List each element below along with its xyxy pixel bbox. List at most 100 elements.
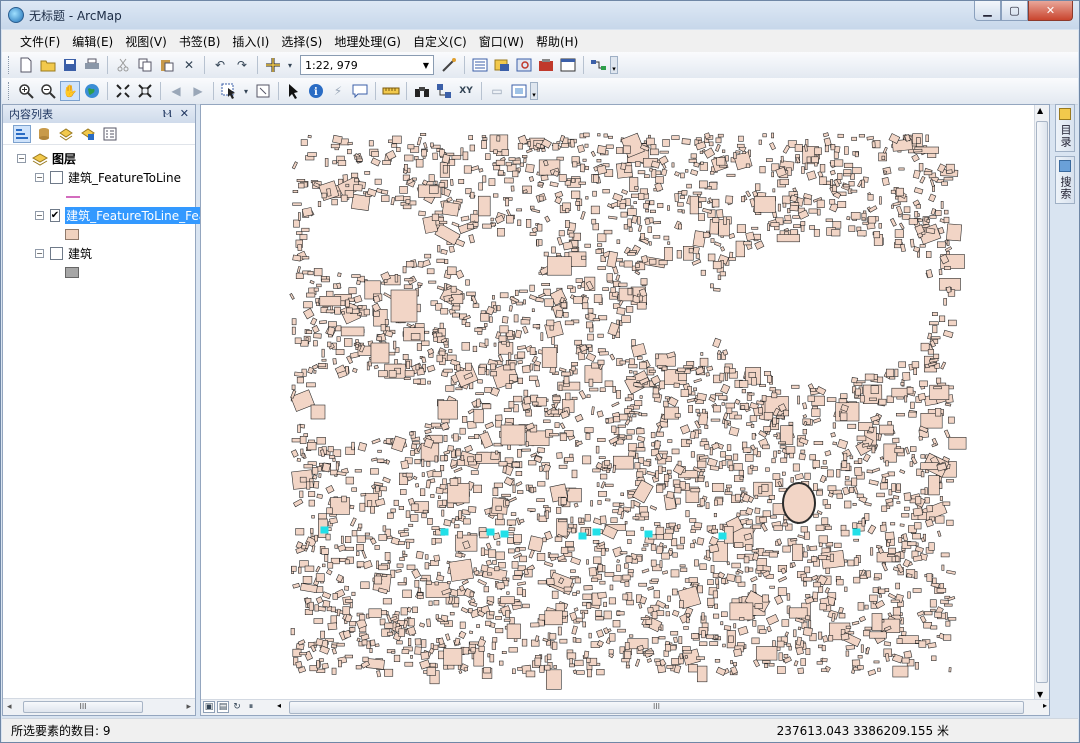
go-to-xy-icon[interactable]: XY	[456, 81, 476, 101]
map-canvas[interactable]	[201, 105, 1035, 700]
add-data-icon[interactable]	[263, 55, 283, 75]
selected-feature-highlight[interactable]	[320, 526, 329, 534]
toolbar-grip[interactable]	[8, 56, 11, 74]
layer-row-buildings[interactable]: − 建筑	[3, 244, 195, 263]
list-by-source-icon[interactable]	[35, 125, 53, 143]
measure-icon[interactable]	[381, 81, 401, 101]
copy-icon[interactable]	[135, 55, 155, 75]
create-viewer-window-icon[interactable]	[509, 81, 529, 101]
print-icon[interactable]	[82, 55, 102, 75]
delete-icon[interactable]: ✕	[179, 55, 199, 75]
search-tab[interactable]: 搜索	[1055, 156, 1075, 204]
toc-horizontal-scrollbar[interactable]: ◂ III ▸	[3, 698, 195, 715]
layer-row-featuretoline-fea[interactable]: − ✔ 建筑_FeatureToLine_Fea	[3, 206, 208, 225]
editor-toolbar-icon[interactable]	[439, 55, 459, 75]
building-footprints-map[interactable]	[201, 105, 1035, 700]
list-by-selection-icon[interactable]	[79, 125, 97, 143]
select-dropdown-icon[interactable]: ▾	[241, 81, 251, 101]
close-icon[interactable]: ✕	[180, 107, 189, 121]
selected-feature-highlight[interactable]	[500, 530, 509, 538]
menu-bookmarks[interactable]: 书签(B)	[173, 33, 227, 50]
maximize-button[interactable]: ▢	[1001, 1, 1028, 21]
open-folder-icon[interactable]	[38, 55, 58, 75]
zoom-in-icon[interactable]	[16, 81, 36, 101]
toolbar-grip[interactable]	[8, 82, 11, 100]
menu-geoprocessing[interactable]: 地理处理(G)	[328, 33, 407, 50]
toolbar-overflow-icon[interactable]: ▾	[530, 82, 538, 100]
menu-help[interactable]: 帮助(H)	[530, 33, 584, 50]
select-elements-arrow-icon[interactable]	[284, 81, 304, 101]
toc-scroll-thumb[interactable]: III	[23, 701, 143, 713]
fill-symbol-swatch[interactable]	[65, 267, 79, 278]
new-document-icon[interactable]	[16, 55, 36, 75]
layer-visibility-checkbox[interactable]	[50, 171, 63, 184]
fixed-zoom-out-icon[interactable]	[135, 81, 155, 101]
minimize-button[interactable]: ▁	[974, 1, 1001, 21]
data-view-icon[interactable]: ▣	[203, 701, 215, 713]
scroll-left-arrow-icon[interactable]: ◂	[7, 702, 12, 712]
map-vertical-scrollbar[interactable]: ▲ ▼	[1034, 105, 1049, 700]
menu-insert[interactable]: 插入(I)	[226, 33, 275, 50]
clear-selection-icon[interactable]	[253, 81, 273, 101]
menu-view[interactable]: 视图(V)	[119, 33, 173, 50]
python-window-icon[interactable]	[558, 55, 578, 75]
menu-edit[interactable]: 编辑(E)	[66, 33, 119, 50]
select-features-icon[interactable]	[219, 81, 239, 101]
selected-feature-highlight[interactable]	[718, 532, 727, 540]
cut-icon[interactable]	[113, 55, 133, 75]
collapse-icon[interactable]: −	[35, 211, 44, 220]
layer-label[interactable]: 建筑	[68, 245, 92, 262]
hyperlink-icon[interactable]: ⚡	[328, 81, 348, 101]
zoom-out-icon[interactable]	[38, 81, 58, 101]
toolbar-overflow-icon[interactable]: ▾	[610, 56, 618, 74]
forward-extent-icon[interactable]: ▶	[188, 81, 208, 101]
pin-icon[interactable]: Ⲙ	[163, 107, 172, 121]
time-slider-icon[interactable]: ▭	[487, 81, 507, 101]
selected-feature-highlight[interactable]	[486, 528, 495, 536]
html-popup-icon[interactable]	[350, 81, 370, 101]
list-by-drawing-order-icon[interactable]	[13, 124, 31, 143]
collapse-icon[interactable]: −	[17, 154, 26, 163]
collapse-icon[interactable]: −	[35, 173, 44, 182]
layers-root-row[interactable]: − 图层	[3, 149, 195, 168]
fixed-zoom-in-icon[interactable]	[113, 81, 133, 101]
scroll-right-arrow-icon[interactable]: ▸	[186, 702, 191, 712]
close-button[interactable]: ✕	[1028, 1, 1073, 21]
layer-visibility-checkbox[interactable]: ✔	[49, 209, 61, 222]
selected-feature-highlight[interactable]	[644, 530, 653, 538]
fill-symbol-swatch[interactable]	[65, 229, 79, 240]
layer-label[interactable]: 建筑_FeatureToLine_Fea	[65, 207, 208, 224]
add-data-dropdown-icon[interactable]: ▾	[285, 55, 295, 75]
menu-selection[interactable]: 选择(S)	[275, 33, 328, 50]
scroll-left-arrow-icon[interactable]: ◂	[277, 701, 281, 710]
undo-icon[interactable]: ↶	[210, 55, 230, 75]
scroll-down-arrow-icon[interactable]: ▼	[1037, 690, 1043, 699]
vertical-scroll-thumb[interactable]	[1036, 121, 1048, 683]
horizontal-scroll-thumb[interactable]: III	[289, 701, 1024, 714]
line-symbol-swatch[interactable]	[65, 192, 81, 202]
redo-icon[interactable]: ↷	[232, 55, 252, 75]
back-extent-icon[interactable]: ◀	[166, 81, 186, 101]
layer-row-featuretoline[interactable]: − 建筑_FeatureToLine	[3, 168, 195, 187]
menu-windows[interactable]: 窗口(W)	[473, 33, 530, 50]
table-of-contents-icon[interactable]	[470, 55, 490, 75]
pan-hand-icon[interactable]: ✋	[60, 81, 80, 101]
layer-label[interactable]: 建筑_FeatureToLine	[68, 169, 181, 186]
menu-file[interactable]: 文件(F)	[14, 33, 66, 50]
find-binoculars-icon[interactable]	[412, 81, 432, 101]
full-extent-globe-icon[interactable]	[82, 81, 102, 101]
selected-feature-highlight[interactable]	[440, 528, 449, 536]
collapse-icon[interactable]: −	[35, 249, 44, 258]
scroll-up-arrow-icon[interactable]: ▲	[1037, 106, 1043, 115]
refresh-icon[interactable]: ↻	[231, 701, 243, 713]
options-icon[interactable]	[101, 125, 119, 143]
map-scale-combobox[interactable]: 1:22, 979 ▼	[300, 55, 434, 75]
menu-customize[interactable]: 自定义(C)	[407, 33, 473, 50]
modelbuilder-icon[interactable]	[589, 55, 609, 75]
layout-view-icon[interactable]: ▤	[217, 701, 229, 713]
layer-visibility-checkbox[interactable]	[50, 247, 63, 260]
search-window-icon[interactable]	[514, 55, 534, 75]
identify-icon[interactable]: i	[306, 81, 326, 101]
selected-feature-highlight[interactable]	[592, 528, 601, 536]
catalog-tab[interactable]: 目录	[1055, 104, 1075, 152]
